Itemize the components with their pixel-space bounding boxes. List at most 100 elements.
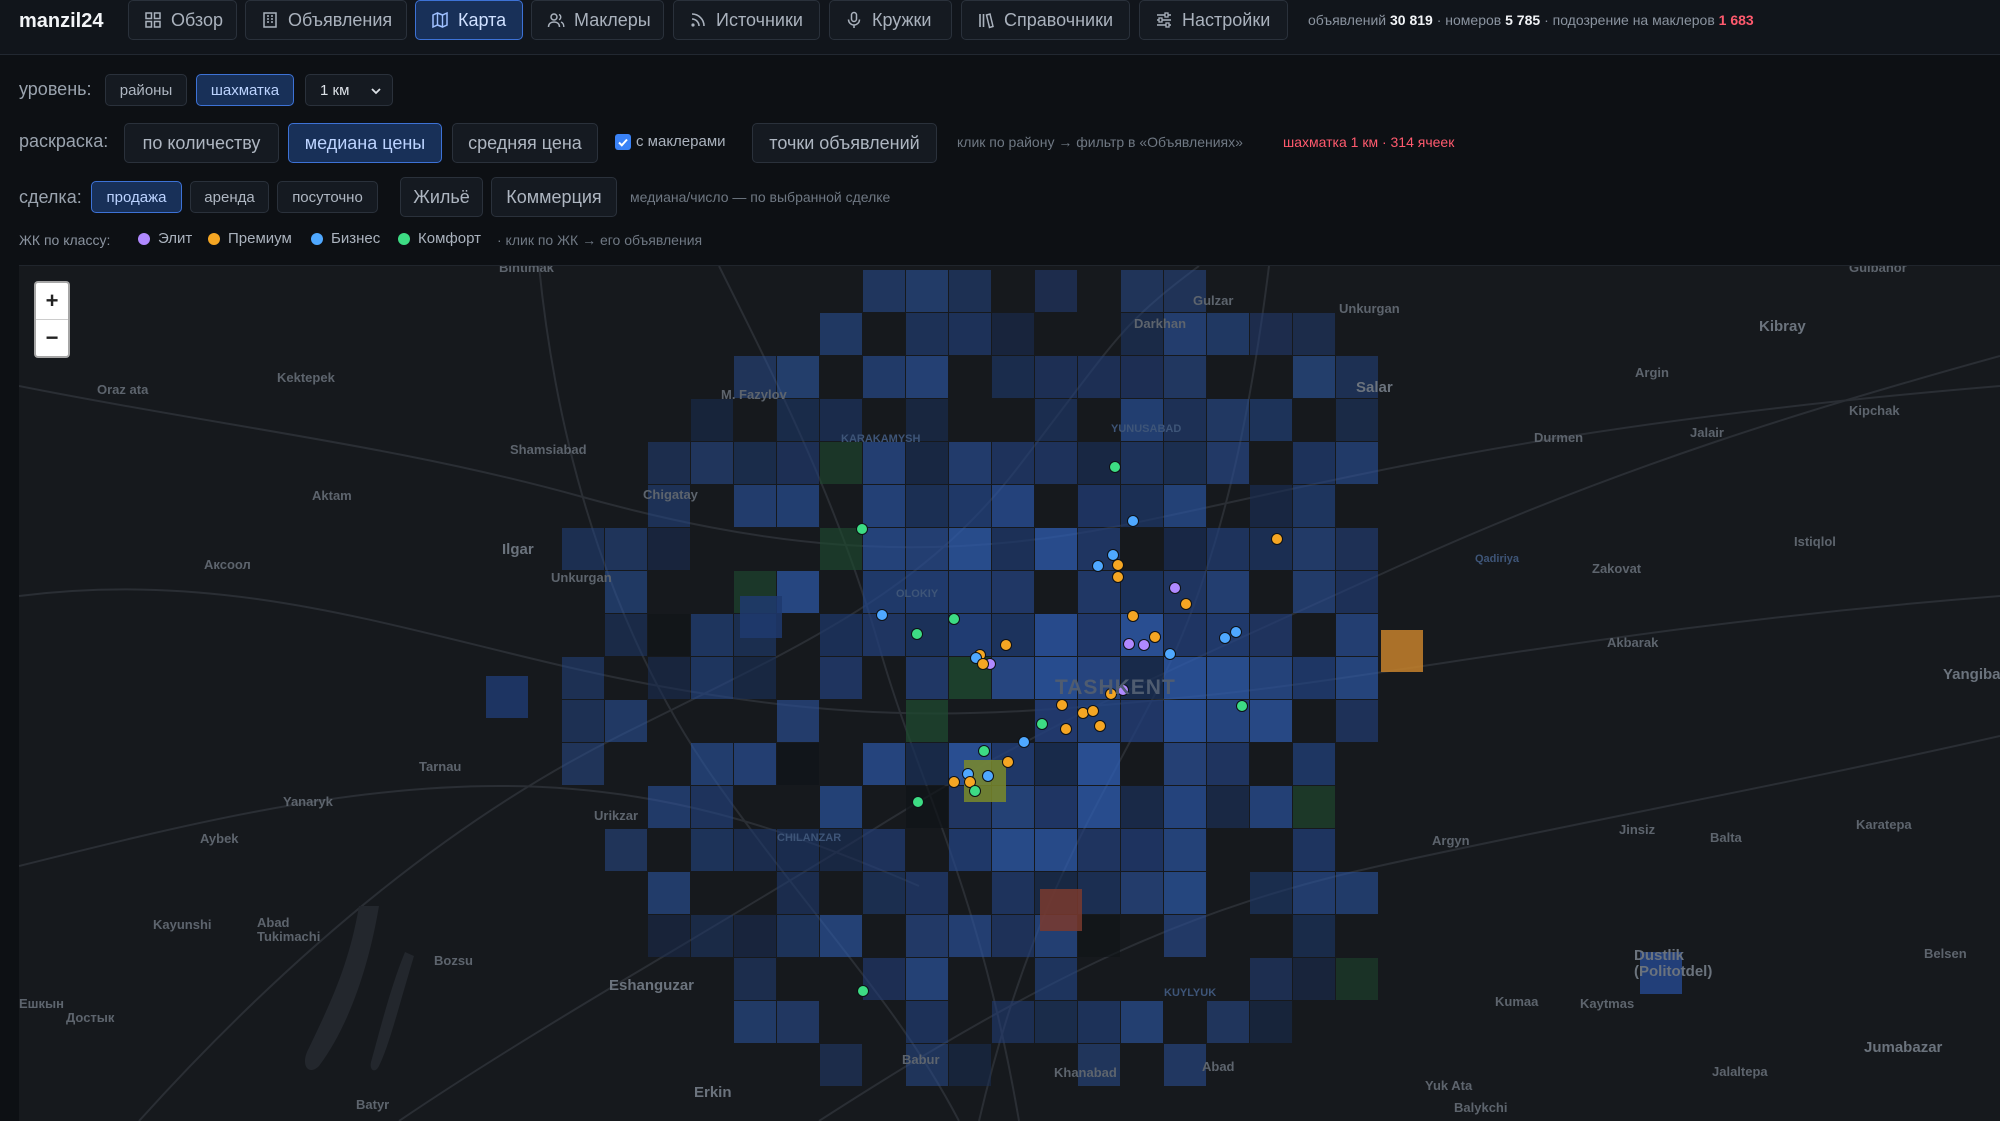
heat-grid-cell[interactable] — [1035, 399, 1077, 441]
heat-grid-cell[interactable] — [820, 442, 862, 484]
heat-grid-cell[interactable] — [1293, 313, 1335, 355]
heat-grid-cell[interactable] — [863, 270, 905, 312]
heat-grid-cell[interactable] — [1164, 786, 1206, 828]
heat-grid-cell[interactable] — [777, 872, 819, 914]
heat-grid-cell[interactable] — [949, 571, 991, 613]
deal-option-sale[interactable]: продажа — [91, 181, 182, 213]
heat-grid-cell[interactable] — [863, 356, 905, 398]
heat-grid-cell[interactable] — [1336, 528, 1378, 570]
heat-grid-cell[interactable] — [992, 1001, 1034, 1043]
heat-grid-cell[interactable] — [1035, 614, 1077, 656]
heat-grid-cell[interactable] — [1250, 700, 1292, 742]
heat-grid-cell[interactable] — [691, 614, 733, 656]
heat-grid-cell[interactable] — [992, 829, 1034, 871]
coloring-average-price-button[interactable]: средняя цена — [452, 123, 598, 163]
complex-marker[interactable] — [948, 613, 960, 625]
heat-grid-cell[interactable] — [1250, 872, 1292, 914]
heat-grid-cell[interactable] — [605, 700, 647, 742]
heat-grid-cell[interactable] — [1207, 442, 1249, 484]
complex-marker[interactable] — [876, 609, 888, 621]
with-brokers-checkbox[interactable] — [615, 134, 631, 150]
legend-item-elite[interactable]: Элит — [138, 230, 192, 247]
heat-grid-cell[interactable] — [820, 528, 862, 570]
heat-grid-cell[interactable] — [562, 528, 604, 570]
heat-grid-cell[interactable] — [1121, 270, 1163, 312]
heat-grid-cell[interactable] — [1336, 872, 1378, 914]
heat-grid-cell[interactable] — [863, 958, 905, 1000]
heat-grid-cell[interactable] — [1250, 958, 1292, 1000]
heat-grid-cell[interactable] — [1250, 313, 1292, 355]
nav-tab-sources[interactable]: Источники — [673, 0, 820, 40]
nav-tab-overview[interactable]: Обзор — [128, 0, 237, 40]
heat-grid-cell[interactable] — [949, 485, 991, 527]
heat-grid-cell[interactable] — [1035, 270, 1077, 312]
heat-grid-cell[interactable] — [949, 1044, 991, 1086]
heat-grid-cell[interactable] — [1164, 915, 1206, 957]
heat-grid-cell[interactable] — [1293, 872, 1335, 914]
complex-marker[interactable] — [1107, 549, 1119, 561]
heat-grid-cell[interactable] — [1207, 786, 1249, 828]
heat-grid-cell[interactable] — [906, 442, 948, 484]
heat-grid-cell[interactable] — [1121, 356, 1163, 398]
nav-tab-circles[interactable]: Кружки — [829, 0, 952, 40]
heat-grid-cell[interactable] — [992, 528, 1034, 570]
complex-marker[interactable] — [1036, 718, 1048, 730]
cell-size-select[interactable]: 1 км — [305, 74, 393, 106]
heat-grid-cell[interactable] — [1336, 657, 1378, 699]
nav-tab-listings[interactable]: Объявления — [245, 0, 407, 40]
heat-grid-cell[interactable] — [691, 786, 733, 828]
heat-grid-cell[interactable] — [906, 915, 948, 957]
property-type-residential[interactable]: Жильё — [400, 177, 483, 217]
heat-grid-cell[interactable] — [863, 442, 905, 484]
heat-grid-cell[interactable] — [1164, 700, 1206, 742]
complex-marker[interactable] — [1138, 639, 1150, 651]
heat-grid-cell[interactable] — [1293, 657, 1335, 699]
heat-grid-cell[interactable] — [605, 528, 647, 570]
heat-grid-cell[interactable] — [777, 700, 819, 742]
heat-grid-cell[interactable] — [1164, 872, 1206, 914]
heat-grid-cell[interactable] — [605, 614, 647, 656]
heat-grid-cell[interactable] — [992, 442, 1034, 484]
heat-grid-cell[interactable] — [906, 270, 948, 312]
heat-grid-cell[interactable] — [992, 614, 1034, 656]
heat-grid-cell[interactable] — [777, 915, 819, 957]
heat-grid-cell[interactable] — [734, 958, 776, 1000]
complex-marker[interactable] — [911, 628, 923, 640]
heat-grid-cell[interactable] — [1035, 786, 1077, 828]
complex-marker[interactable] — [1230, 626, 1242, 638]
heat-grid-cell[interactable] — [1164, 356, 1206, 398]
heat-grid-cell[interactable] — [1164, 485, 1206, 527]
heat-grid-cell[interactable] — [1121, 700, 1163, 742]
heat-grid-cell[interactable] — [734, 1001, 776, 1043]
listing-points-button[interactable]: точки объявлений — [752, 123, 937, 163]
heat-grid-cell[interactable] — [1035, 442, 1077, 484]
heat-grid-cell[interactable] — [1207, 313, 1249, 355]
heat-grid-cell[interactable] — [1250, 1001, 1292, 1043]
heat-grid-cell[interactable] — [863, 485, 905, 527]
complex-marker[interactable] — [978, 745, 990, 757]
complex-marker[interactable] — [912, 796, 924, 808]
heat-grid-cell[interactable] — [734, 915, 776, 957]
heat-grid-cell[interactable] — [1336, 700, 1378, 742]
heat-grid-cell[interactable] — [1293, 485, 1335, 527]
app-logo[interactable]: manzil24 — [19, 8, 103, 34]
heat-grid-cell[interactable] — [1293, 571, 1335, 613]
heat-grid-cell[interactable] — [1250, 485, 1292, 527]
heat-grid-cell[interactable] — [1078, 485, 1120, 527]
heat-grid-cell[interactable] — [1035, 958, 1077, 1000]
heat-grid-cell[interactable] — [648, 528, 690, 570]
heat-grid-cell[interactable] — [1381, 630, 1423, 672]
heat-grid-cell[interactable] — [1164, 528, 1206, 570]
deal-option-rent[interactable]: аренда — [190, 181, 269, 213]
heat-grid-cell[interactable] — [1336, 571, 1378, 613]
complex-marker[interactable] — [1112, 571, 1124, 583]
heat-grid-cell[interactable] — [820, 915, 862, 957]
heat-grid-cell[interactable] — [1293, 829, 1335, 871]
heat-grid-cell[interactable] — [906, 1001, 948, 1043]
complex-marker[interactable] — [1077, 707, 1089, 719]
complex-marker[interactable] — [969, 785, 981, 797]
complex-marker[interactable] — [1056, 699, 1068, 711]
heat-grid-cell[interactable] — [906, 786, 948, 828]
heat-grid-cell[interactable] — [1293, 528, 1335, 570]
heat-grid-cell[interactable] — [1293, 442, 1335, 484]
